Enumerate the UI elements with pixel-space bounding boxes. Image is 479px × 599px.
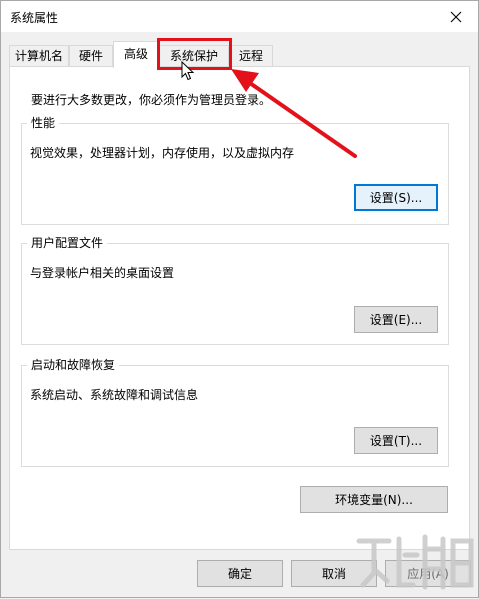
ok-button[interactable]: 确定 (197, 560, 283, 587)
environment-variables-button[interactable]: 环境变量(N)... (300, 486, 448, 513)
group-description: 系统启动、系统故障和调试信息 (30, 388, 199, 402)
window-title: 系统属性 (10, 11, 59, 25)
group-description: 与登录帐户相关的桌面设置 (30, 266, 175, 280)
group-title: 性能 (27, 116, 60, 131)
group-description: 视觉效果，处理器计划，内存使用，以及虚拟内存 (30, 146, 295, 160)
group-title: 用户配置文件 (27, 236, 108, 251)
title-bar: 系统属性 (1, 1, 478, 32)
group-user-profiles: 用户配置文件 与登录帐户相关的桌面设置 设置(E)... (21, 236, 449, 345)
startup-recovery-settings-button[interactable]: 设置(T)... (354, 427, 438, 454)
tab-remote[interactable]: 远程 (229, 45, 273, 66)
tab-hardware[interactable]: 硬件 (69, 45, 113, 66)
close-icon (450, 11, 462, 22)
admin-notice: 要进行大多数更改，你必须作为管理员登录。 (31, 93, 272, 107)
tab-advanced[interactable]: 高级 (113, 41, 159, 68)
user-profiles-settings-button[interactable]: 设置(E)... (354, 306, 438, 333)
mouse-pointer-icon (181, 61, 195, 81)
group-performance: 性能 视觉效果，处理器计划，内存使用，以及虚拟内存 设置(S)... (21, 116, 449, 225)
group-title: 启动和故障恢复 (27, 358, 120, 373)
group-startup-recovery: 启动和故障恢复 系统启动、系统故障和调试信息 设置(T)... (21, 358, 449, 467)
performance-settings-button[interactable]: 设置(S)... (354, 184, 438, 211)
advanced-tab-panel: 要进行大多数更改，你必须作为管理员登录。 性能 视觉效果，处理器计划，内存使用，… (9, 66, 470, 550)
watermark-logo-icon (356, 534, 474, 590)
tab-computer-name[interactable]: 计算机名 (9, 45, 69, 66)
close-button[interactable] (434, 1, 478, 32)
system-properties-window: 系统属性 计算机名 硬件 高级 系统保护 远程 要进行大多数更改，你必须作为管理… (0, 0, 479, 598)
